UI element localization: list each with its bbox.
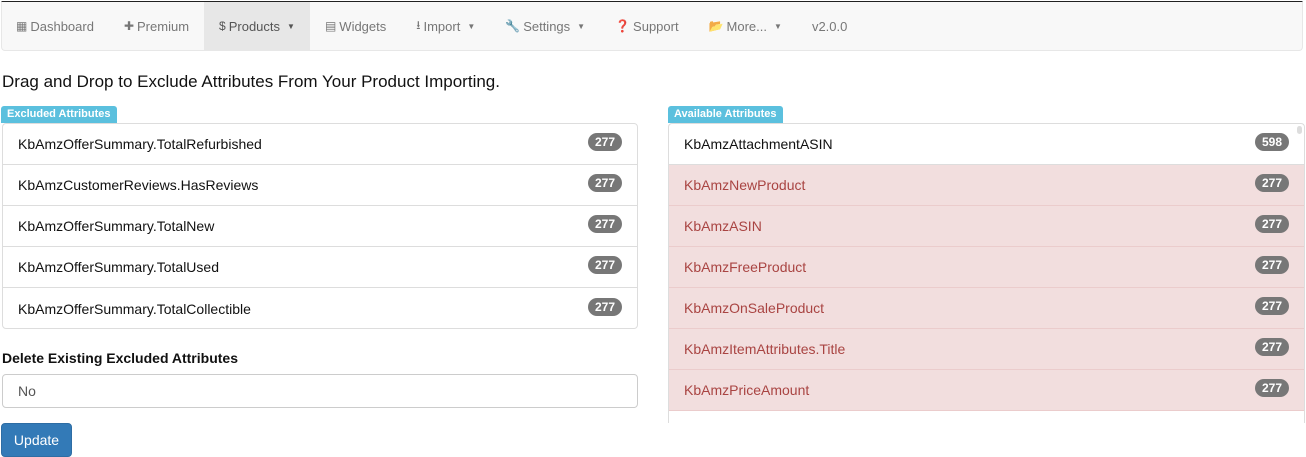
dollar-icon: $ [219, 19, 226, 33]
nav-label: Dashboard [30, 18, 94, 34]
attribute-name: KbAmzPriceAmount [684, 382, 810, 398]
attribute-name: KbAmzCustomerReviews.HasReviews [18, 177, 259, 193]
folder-open-icon: 📂 [708, 19, 724, 33]
attribute-item[interactable]: KbAmzOfferSummary.TotalRefurbished 277 [3, 124, 637, 165]
nav-item-widgets[interactable]: ▤ Widgets [310, 2, 401, 50]
attribute-item[interactable]: KbAmzOfferSummary.TotalCollectible 277 [3, 288, 637, 328]
nav-item-import[interactable]: ⭳ Import ▼ [401, 2, 490, 50]
nav-label: Settings [523, 18, 571, 34]
nav-item-v2-0-0[interactable]: v2.0.0 [797, 2, 862, 50]
attribute-name: KbAmzNewProduct [684, 177, 806, 193]
count-badge: 277 [587, 297, 622, 316]
attribute-name: KbAmzItemAttributes.Title [684, 341, 846, 357]
nav-item-premium[interactable]: ✚ Premium [109, 2, 204, 50]
attribute-item[interactable]: KbAmzFreeProduct 277 [669, 247, 1304, 288]
attribute-name: KbAmzOnSaleProduct [684, 300, 825, 316]
nav-label: Premium [137, 18, 190, 34]
count-badge: 277 [1254, 174, 1289, 192]
nav-item-dashboard[interactable]: ▦ Dashboard [2, 2, 109, 50]
nav-label: v2.0.0 [811, 18, 848, 34]
page-heading: Drag and Drop to Exclude Attributes From… [2, 72, 500, 91]
import-icon: ⭳ [416, 17, 421, 32]
count-badge: 277 [587, 215, 622, 233]
nav-label: More... [726, 18, 768, 34]
attribute-item[interactable]: KbAmzNewProduct 277 [669, 165, 1304, 206]
count-badge: 277 [587, 133, 622, 151]
count-badge: 598 [1254, 133, 1289, 151]
count-badge: 277 [1254, 338, 1289, 356]
update-button[interactable]: Update [1, 423, 72, 457]
scrollbar[interactable] [1297, 126, 1302, 134]
nav-item-more[interactable]: 📂 More... ▼ [694, 2, 797, 50]
nav-item-settings[interactable]: 🔧 Settings ▼ [490, 2, 600, 50]
attribute-item[interactable]: KbAmzItemAttributes.Title 277 [669, 329, 1304, 370]
attribute-name: KbAmzFreeProduct [684, 259, 807, 275]
attribute-name: KbAmzOfferSummary.TotalNew [18, 218, 215, 234]
count-badge: 277 [1254, 215, 1289, 233]
attribute-item[interactable]: KbAmzCustomerReviews.HasReviews 277 [3, 165, 637, 206]
wrench-icon: 🔧 [505, 19, 521, 33]
attribute-name: KbAmzAttachmentASIN [684, 136, 833, 152]
nav-item-products[interactable]: $ Products ▼ [204, 2, 310, 50]
nav-label: Support [633, 18, 679, 34]
top-navbar: ▦ Dashboard ✚ Premium $ Products ▼ ▤ Widgets ⭳ Imp… [1, 1, 1303, 51]
available-attributes-label: Available Attributes [668, 106, 783, 123]
attribute-name: KbAmzASIN [684, 218, 762, 234]
caret-down-icon: ▼ [287, 21, 295, 31]
attribute-item[interactable]: KbAmzASIN 277 [669, 206, 1304, 247]
attribute-name: KbAmzOfferSummary.TotalUsed [18, 259, 219, 275]
attribute-item[interactable]: KbAmzAttachmentASIN 598 [669, 124, 1304, 165]
grid-icon: ▦ [16, 19, 28, 33]
question-icon: ❓ [615, 19, 631, 33]
count-badge: 277 [1254, 297, 1289, 315]
nav-label: Widgets [339, 18, 387, 34]
list-icon: ▤ [324, 19, 337, 33]
count-badge: 277 [587, 256, 622, 274]
attribute-name: KbAmzOfferSummary.TotalCollectible [18, 300, 251, 317]
excluded-attributes-label: Excluded Attributes [1, 106, 117, 123]
plus-icon: ✚ [123, 19, 135, 33]
attribute-item[interactable]: KbAmzOfferSummary.TotalUsed 277 [3, 247, 637, 288]
attribute-item[interactable]: KbAmzOnSaleProduct 277 [669, 288, 1304, 329]
available-attributes-list[interactable]: KbAmzAttachmentASIN 598 KbAmzNewProduct 277… [668, 123, 1305, 423]
excluded-attributes-list[interactable]: KbAmzOfferSummary.TotalRefurbished 277 KbA… [2, 123, 638, 329]
nav-item-support[interactable]: ❓ Support [600, 2, 694, 50]
attribute-item[interactable]: KbAmzOfferSummary.TotalNew 277 [3, 206, 637, 247]
caret-down-icon: ▼ [467, 21, 476, 31]
attribute-item[interactable] [669, 411, 1304, 423]
nav-label: Import [423, 18, 461, 34]
attribute-name: KbAmzOfferSummary.TotalRefurbished [18, 136, 262, 152]
nav-label: Products [228, 18, 281, 34]
caret-down-icon: ▼ [577, 21, 586, 31]
caret-down-icon: ▼ [774, 21, 782, 31]
count-badge: 277 [1254, 256, 1289, 274]
delete-excluded-label: Delete Existing Excluded Attributes [2, 350, 238, 366]
count-badge: 277 [587, 174, 622, 192]
count-badge: 277 [1254, 379, 1289, 397]
delete-excluded-select[interactable]: No [2, 374, 638, 408]
attribute-item[interactable]: KbAmzPriceAmount 277 [669, 370, 1304, 411]
